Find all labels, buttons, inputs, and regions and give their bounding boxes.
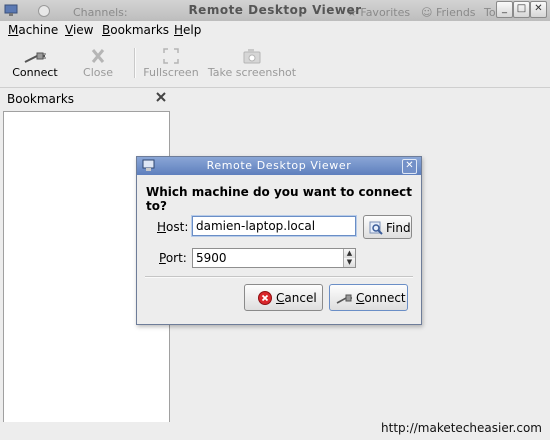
close-icon: ✕ — [534, 3, 543, 14]
menu-bookmarks[interactable]: Bookmarks — [102, 23, 169, 37]
maximize-icon: □ — [516, 3, 527, 14]
connect-plug-icon — [24, 52, 46, 63]
window-close-button[interactable]: ✕ — [530, 1, 547, 18]
dialog-question: Which machine do you want to connect to? — [146, 185, 412, 213]
chevron-down-icon: ▼ — [346, 258, 353, 266]
window-titlebar: Channels: ★ Favorites ☺ Friends Tools Re… — [0, 0, 550, 22]
watermark-url: http://maketecheasier.com — [381, 421, 542, 435]
toolbar-connect-label: Connect — [12, 66, 58, 79]
close-x-icon — [91, 49, 105, 63]
find-button[interactable]: Find — [363, 215, 412, 239]
find-button-label: Find — [386, 221, 411, 235]
toolbar-close-label: Close — [83, 66, 113, 79]
menu-view[interactable]: View — [65, 23, 93, 37]
maximize-button[interactable]: □ — [513, 1, 530, 18]
menu-help[interactable]: Help — [174, 23, 201, 37]
dialog-title: Remote Desktop Viewer — [206, 159, 352, 172]
camera-icon — [243, 49, 261, 64]
dialog-close-button[interactable]: ✕ — [402, 159, 417, 174]
port-decrement-button[interactable]: ▼ — [343, 258, 355, 267]
connect-button-label: Connect — [356, 291, 406, 305]
toolbar-fullscreen-label: Fullscreen — [143, 66, 199, 79]
minimize-button[interactable]: _ — [496, 1, 513, 18]
cancel-button[interactable]: Cancel — [244, 284, 323, 311]
toolbar-close-button[interactable]: Close — [72, 42, 124, 84]
connect-button[interactable]: Connect — [329, 284, 408, 311]
find-magnifier-icon — [369, 221, 383, 235]
port-spinbox[interactable]: 5900 ▲ ▼ — [192, 248, 356, 268]
toolbar-separator — [134, 48, 136, 78]
toolbar-screenshot-button[interactable]: Take screenshot — [206, 42, 298, 84]
port-label: Port: — [159, 251, 187, 265]
bookmarks-title: Bookmarks — [7, 92, 75, 106]
close-icon: ✕ — [405, 160, 414, 171]
host-label: Host: — [157, 220, 189, 234]
cancel-icon — [258, 291, 272, 305]
port-input-value: 5900 — [196, 251, 227, 265]
cancel-button-label: Cancel — [276, 291, 317, 305]
host-input-value: damien-laptop.local — [196, 219, 316, 233]
connect-dialog: Remote Desktop Viewer ✕ Which machine do… — [136, 156, 422, 325]
toolbar-fullscreen-button[interactable]: Fullscreen — [142, 42, 200, 84]
host-input[interactable]: damien-laptop.local — [192, 216, 356, 236]
chevron-up-icon: ▲ — [346, 249, 353, 257]
menu-machine[interactable]: Machine — [8, 23, 58, 37]
dialog-titlebar: Remote Desktop Viewer ✕ — [137, 157, 421, 175]
connect-plug-icon — [336, 294, 352, 304]
fullscreen-icon — [163, 48, 179, 64]
window-title: Remote Desktop Viewer — [188, 3, 362, 17]
minimize-icon: _ — [502, 3, 507, 14]
toolbar-screenshot-label: Take screenshot — [207, 66, 297, 79]
bookmarks-close-icon[interactable] — [155, 91, 167, 103]
toolbar: Connect Close Fullscreen Take screenshot — [0, 40, 550, 88]
dialog-separator — [145, 276, 413, 278]
toolbar-connect-button[interactable]: Connect — [6, 42, 64, 84]
menubar: Machine View Bookmarks Help — [0, 21, 550, 40]
